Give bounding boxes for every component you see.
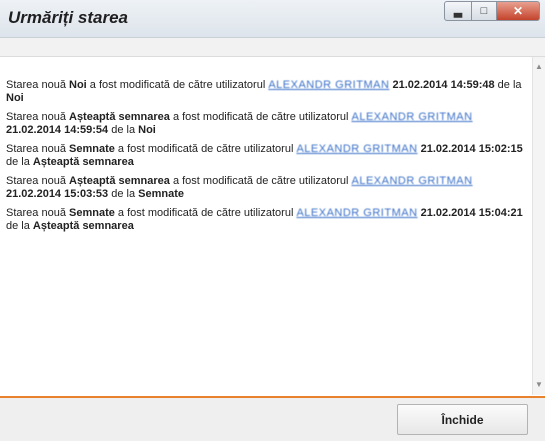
entry-middle: a fost modificată de către utilizatorul: [169, 175, 352, 187]
entry-old-state: Noi: [138, 124, 156, 136]
log-entry: Starea nouă Așteaptă semnarea a fost mod…: [6, 111, 526, 137]
entry-prefix: Starea nouă: [6, 79, 69, 91]
entry-middle: a fost modificată de către utilizatorul: [114, 207, 297, 219]
entry-from-text: de la: [108, 124, 139, 136]
entry-new-state: Noi: [69, 79, 87, 91]
minimize-icon: ▃: [453, 5, 463, 18]
entry-old-state: Semnate: [138, 188, 184, 200]
entry-datetime: 21.02.2014 15:03:53: [6, 188, 109, 200]
dialog-title: Urmăriți starea: [8, 8, 129, 27]
scroll-down-icon[interactable]: ▼: [533, 379, 545, 391]
status-log: Starea nouă Noi a fost modificată de căt…: [0, 57, 532, 395]
entry-from-text: de la: [6, 156, 33, 168]
entry-new-state: Semnate: [69, 207, 115, 219]
maximize-icon: □: [480, 5, 488, 17]
entry-middle: a fost modificată de către utilizatorul: [114, 143, 297, 155]
entry-prefix: Starea nouă: [6, 207, 69, 219]
entry-old-state: Așteaptă semnarea: [32, 220, 134, 232]
scroll-up-icon[interactable]: ▲: [533, 61, 545, 73]
maximize-button[interactable]: □: [472, 1, 497, 21]
entry-from-text: de la: [494, 79, 522, 91]
entry-new-state: Așteaptă semnarea: [69, 111, 170, 123]
toolbar-strip: [0, 38, 545, 57]
entry-user-link[interactable]: ALEXANDR GRITMAN: [296, 207, 417, 219]
entry-from-text: de la: [6, 220, 33, 232]
entry-old-state: Așteaptă semnarea: [32, 156, 134, 168]
entry-datetime: 21.02.2014 14:59:48: [389, 79, 495, 91]
entry-datetime: 21.02.2014 15:04:21: [417, 207, 523, 219]
entry-prefix: Starea nouă: [6, 143, 69, 155]
close-window-button[interactable]: ✕: [497, 1, 540, 21]
entry-user-link[interactable]: ALEXANDR GRITMAN: [351, 111, 472, 123]
entry-middle: a fost modificată de către utilizatorul: [169, 111, 352, 123]
status-log-entries: Starea nouă Noi a fost modificată de căt…: [6, 79, 526, 239]
entry-prefix: Starea nouă: [6, 175, 69, 187]
window-controls: ▃ □ ✕: [444, 1, 540, 21]
status-history-dialog: Urmăriți starea ▃ □ ✕ Starea nouă Noi a …: [0, 0, 545, 441]
entry-prefix: Starea nouă: [6, 111, 69, 123]
close-button[interactable]: Închide: [397, 404, 528, 435]
log-entry: Starea nouă Noi a fost modificată de căt…: [6, 79, 526, 105]
entry-user-link[interactable]: ALEXANDR GRITMAN: [296, 143, 417, 155]
log-entry: Starea nouă Semnate a fost modificată de…: [6, 143, 526, 169]
minimize-button[interactable]: ▃: [444, 1, 472, 21]
entry-user-link[interactable]: ALEXANDR GRITMAN: [351, 175, 472, 187]
entry-datetime: 21.02.2014 15:02:15: [417, 143, 523, 155]
entry-datetime: 21.02.2014 14:59:54: [6, 124, 109, 136]
entry-new-state: Așteaptă semnarea: [69, 175, 170, 187]
vertical-scrollbar[interactable]: ▲ ▼: [532, 57, 545, 395]
close-icon: ✕: [512, 4, 524, 18]
entry-middle: a fost modificată de către utilizatorul: [86, 79, 269, 91]
entry-user-link[interactable]: ALEXANDR GRITMAN: [268, 79, 389, 91]
entry-from-text: de la: [108, 188, 139, 200]
entry-new-state: Semnate: [69, 143, 115, 155]
entry-old-state: Noi: [6, 92, 24, 104]
log-entry: Starea nouă Semnate a fost modificată de…: [6, 207, 526, 233]
log-entry: Starea nouă Așteaptă semnarea a fost mod…: [6, 175, 526, 201]
title-bar[interactable]: Urmăriți starea ▃ □ ✕: [0, 0, 545, 38]
dialog-footer: Închide: [0, 396, 545, 441]
